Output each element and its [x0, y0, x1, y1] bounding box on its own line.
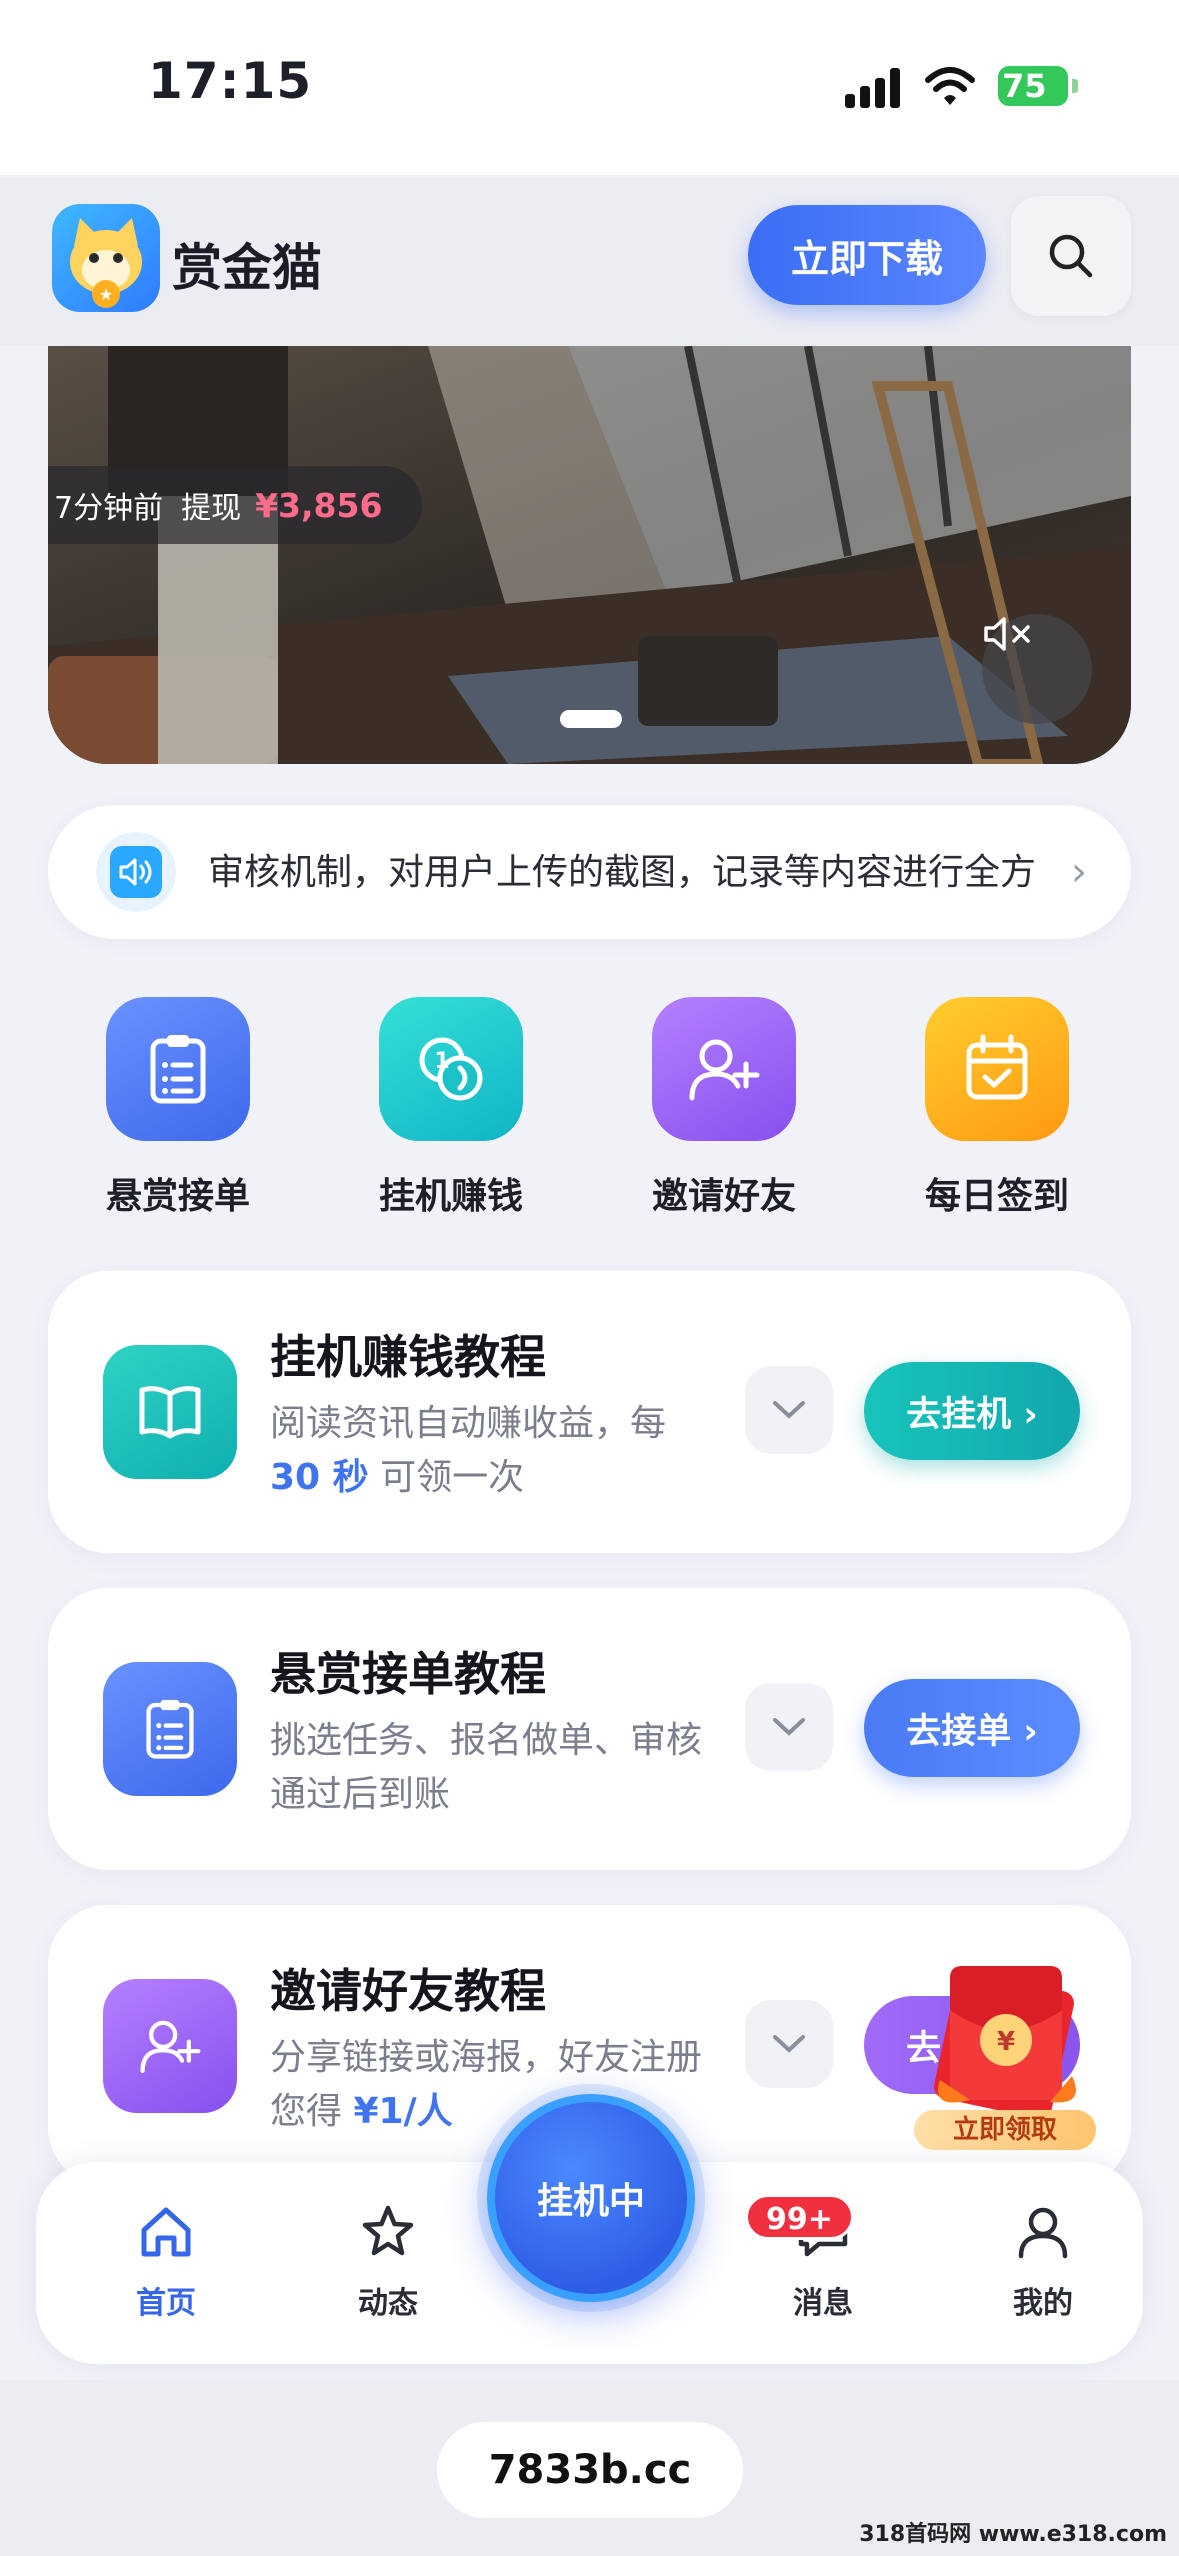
search-icon [1049, 234, 1093, 278]
tab-home[interactable]: 首页 [96, 2202, 236, 2322]
browser-bottom-bar: 7833b.cc 318首码网 www.e318.com [0, 2380, 1179, 2556]
announcement-bar[interactable]: 审核机制，对用户上传的截图，记录等内容进行全方 › [48, 805, 1131, 939]
cellular-signal-icon [845, 66, 905, 108]
quick-action-checkin[interactable]: 每日签到 [897, 997, 1097, 1219]
chevron-down-icon [773, 1401, 805, 1419]
card-description: 挑选任务、报名做单、审核通过后到账 [270, 1720, 703, 1815]
status-time: 17:15 [148, 52, 313, 110]
red-envelope-icon: ¥ [934, 1966, 1076, 2119]
battery-level: 75 [1002, 67, 1047, 105]
card-title: 邀请好友教程 [270, 1964, 546, 2018]
expand-toggle[interactable] [745, 1366, 833, 1454]
red-packet-label: 立即领取 [914, 2110, 1096, 2150]
banner-scene-image [48, 346, 1131, 764]
top-header: ★ 赏金猫 立即下载 [0, 178, 1179, 346]
card-title: 悬赏接单教程 [270, 1647, 546, 1701]
chevron-down-icon [773, 2035, 805, 2053]
toast-amount: ¥3,856 [255, 485, 383, 525]
quick-action-label: 邀请好友 [651, 1176, 796, 1217]
video-banner[interactable]: 7分钟前 提现 ¥3,856 [48, 346, 1131, 764]
withdraw-toast: 7分钟前 提现 ¥3,856 [48, 466, 423, 544]
quick-action-label: 挂机赚钱 [378, 1176, 523, 1217]
quick-action-task[interactable]: 悬赏接单 [78, 997, 278, 1219]
svg-text:¥: ¥ [997, 2027, 1015, 2057]
url-bar[interactable]: 7833b.cc [437, 2422, 743, 2518]
tab-label: 动态 [358, 2286, 418, 2321]
messages-badge: 99+ [745, 2194, 854, 2240]
mute-button[interactable] [982, 614, 1092, 724]
go-earn-button[interactable]: 去挂机 › [864, 1362, 1080, 1460]
tutorial-card-earn: 挂机赚钱教程 阅读资讯自动赚收益，每30 秒 可领一次 去挂机 › [48, 1271, 1131, 1553]
add-user-icon [652, 997, 796, 1141]
clipboard-icon [103, 1662, 237, 1796]
app-logo: ★ [52, 204, 160, 312]
wifi-icon [925, 64, 975, 108]
tab-feed[interactable]: 动态 [318, 2202, 458, 2322]
add-user-icon [103, 1979, 237, 2113]
tab-label: 消息 [793, 2286, 853, 2321]
toast-time: 7分钟前 [54, 491, 164, 526]
svg-text:★: ★ [99, 285, 113, 304]
status-bar: 17:15 75 [0, 0, 1179, 175]
expand-toggle[interactable] [745, 1683, 833, 1771]
clipboard-icon [106, 997, 250, 1141]
watermark: 318首码网 www.e318.com [859, 2522, 1167, 2547]
calendar-check-icon [925, 997, 1069, 1141]
book-icon [103, 1345, 237, 1479]
tab-label: 首页 [136, 2286, 196, 2321]
quick-action-invite[interactable]: 邀请好友 [624, 997, 824, 1219]
tab-label: 我的 [1013, 2286, 1073, 2321]
go-task-button[interactable]: 去接单 › [864, 1679, 1080, 1777]
download-button[interactable]: 立即下载 [748, 205, 986, 305]
mute-icon [984, 617, 1030, 651]
coins-icon: 1 [379, 997, 523, 1141]
home-icon [141, 2207, 191, 2257]
chevron-right-icon: › [1071, 849, 1087, 895]
announcement-text: 审核机制，对用户上传的截图，记录等内容进行全方 [208, 852, 1037, 893]
quick-action-label: 每日签到 [924, 1176, 1069, 1217]
tab-profile[interactable]: 我的 [973, 2202, 1113, 2322]
toast-action: 提现 [181, 491, 242, 526]
quick-action-label: 悬赏接单 [105, 1176, 250, 1217]
red-packet-widget[interactable]: ¥ 立即领取 [910, 1960, 1100, 2150]
carousel-indicator [560, 710, 622, 728]
card-title: 挂机赚钱教程 [270, 1330, 546, 1384]
svg-text:1: 1 [434, 1049, 449, 1074]
star-icon [362, 2205, 414, 2256]
quick-action-earn[interactable]: 1 挂机赚钱 [351, 997, 551, 1219]
card-description: 阅读资讯自动赚收益，每30 秒 可领一次 [270, 1403, 667, 1498]
expand-toggle[interactable] [745, 2000, 833, 2088]
tutorial-card-task: 悬赏接单教程 挑选任务、报名做单、审核通过后到账 去接单 › [48, 1588, 1131, 1870]
cat-mascot-icon: ★ [70, 218, 142, 308]
user-icon [1018, 2207, 1068, 2259]
app-name: 赏金猫 [172, 239, 322, 297]
chevron-down-icon [773, 1718, 805, 1736]
battery-icon: 75 [998, 66, 1078, 106]
search-button[interactable] [1011, 196, 1131, 316]
auto-earn-center-button[interactable]: 挂机中 [487, 2094, 695, 2302]
speaker-icon [96, 832, 176, 912]
